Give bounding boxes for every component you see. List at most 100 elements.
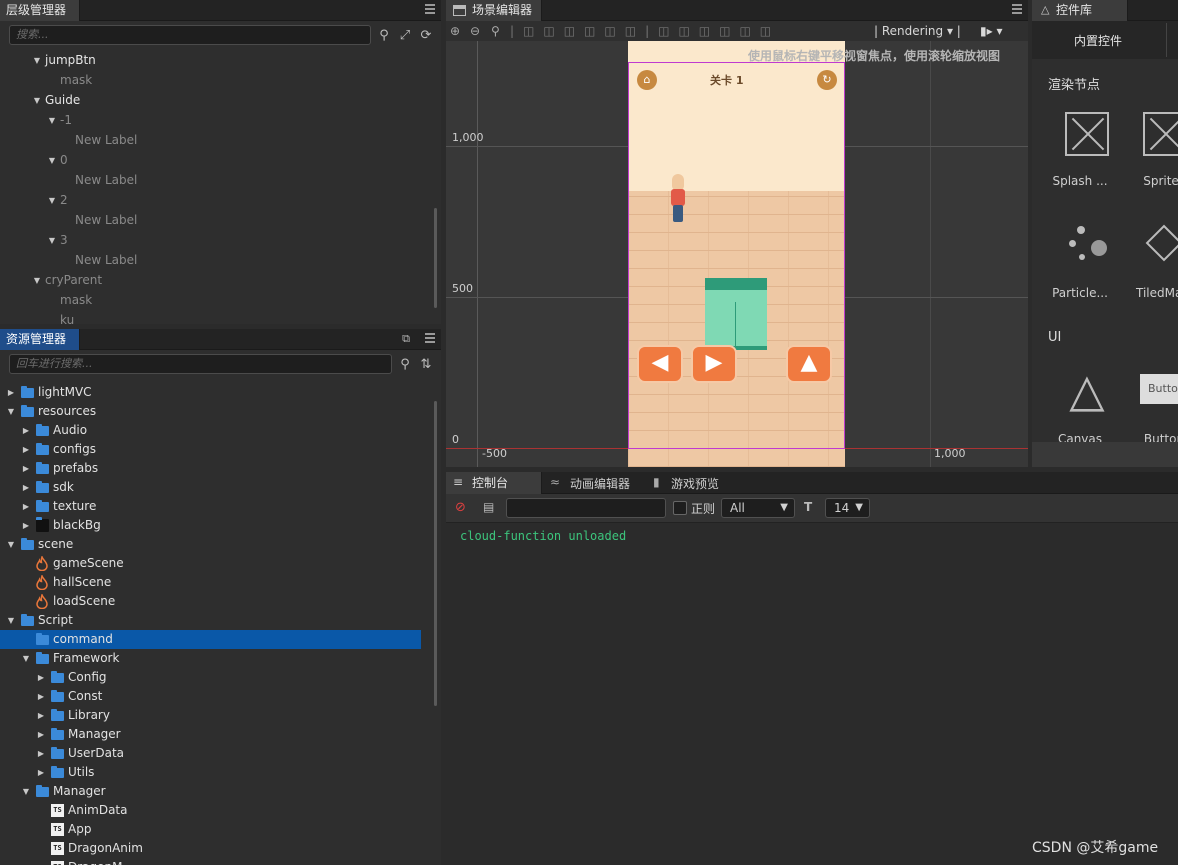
chevron-right-icon[interactable]: ▶ [6, 383, 16, 402]
chevron-down-icon[interactable]: ▼ [21, 649, 31, 668]
hierarchy-node[interactable]: New Label [0, 251, 420, 270]
chevron-down-icon[interactable]: ▼ [47, 191, 57, 210]
search-icon[interactable]: ⚲ [376, 28, 392, 44]
asset-folder-item[interactable]: ▶ Audio [0, 421, 421, 440]
asset-file-item[interactable]: ▶ blackBg [0, 516, 421, 535]
hierarchy-node[interactable]: ▼ -1 [0, 111, 420, 130]
popout-icon[interactable]: ⧉ [398, 331, 414, 347]
align-toolbar-icons[interactable]: |◫◫◫◫◫◫|◫◫◫◫◫◫ [510, 23, 780, 39]
hierarchy-node[interactable]: ku [0, 311, 420, 324]
chevron-down-icon[interactable]: ▼ [47, 111, 57, 130]
chevron-right-icon[interactable]: ▶ [21, 421, 31, 440]
chevron-right-icon[interactable]: ▶ [21, 459, 31, 478]
asset-folder-item[interactable]: ▶ configs [0, 440, 421, 459]
chevron-right-icon[interactable]: ▶ [21, 478, 31, 497]
asset-folder-item[interactable]: ▶ lightMVC [0, 383, 421, 402]
chevron-down-icon[interactable]: ▼ [6, 402, 16, 421]
asset-folder-item[interactable]: ▶ Const [0, 687, 421, 706]
tab-animation-editor[interactable]: 动画编辑器 [570, 475, 630, 492]
asset-file-item[interactable]: TS DragonAnim [0, 839, 421, 858]
asset-folder-item[interactable]: ▶ prefabs [0, 459, 421, 478]
chevron-right-icon[interactable]: ▶ [36, 687, 46, 706]
chevron-down-icon[interactable]: ▼ [21, 782, 31, 801]
asset-folder-item[interactable]: ▶ Library [0, 706, 421, 725]
chevron-down-icon[interactable]: ▼ [6, 535, 16, 554]
chevron-right-icon[interactable]: ▶ [36, 725, 46, 744]
asset-folder-item[interactable]: ▼ scene [0, 535, 421, 554]
chevron-right-icon[interactable]: ▶ [36, 763, 46, 782]
refresh-icon[interactable]: ⟳ [418, 28, 434, 44]
log-file-icon[interactable]: ▤ [483, 500, 494, 514]
asset-file-item[interactable]: hallScene [0, 573, 421, 592]
chevron-down-icon[interactable]: ▼ [47, 231, 57, 250]
tab-game-preview[interactable]: 游戏预览 [671, 475, 719, 492]
chevron-down-icon[interactable]: ▼ [47, 151, 57, 170]
hierarchy-search-input[interactable]: 搜索... [9, 25, 371, 45]
chevron-right-icon[interactable]: ▶ [21, 516, 31, 535]
hierarchy-node[interactable]: ▼ 2 [0, 191, 420, 210]
sort-icon[interactable]: ⇅ [418, 357, 434, 373]
chevron-right-icon[interactable]: ▶ [36, 706, 46, 725]
tab-assets[interactable]: 资源管理器 [0, 329, 80, 350]
hierarchy-scrollbar[interactable] [434, 208, 437, 308]
chevron-right-icon[interactable]: ▶ [36, 668, 46, 687]
assets-search-input[interactable]: 回车进行搜索... [9, 354, 392, 374]
chevron-right-icon[interactable]: ▶ [21, 497, 31, 516]
panel-menu-icon[interactable] [1012, 4, 1022, 14]
asset-folder-item[interactable]: ▼ Script [0, 611, 421, 630]
scene-viewport[interactable]: 1,000 500 0 -500 0 500 1,000 关卡 1 ⌂ ↻ ◀ … [446, 41, 1028, 467]
chevron-down-icon[interactable]: ▼ [32, 91, 42, 110]
hierarchy-node[interactable]: ▼ 3 [0, 231, 420, 250]
hierarchy-node[interactable]: ▼ 0 [0, 151, 420, 170]
collapse-icon[interactable]: ⤢ [397, 28, 413, 44]
panel-menu-icon[interactable] [425, 333, 435, 343]
tab-builtin-widgets[interactable]: 内置控件 [1074, 32, 1122, 49]
zoom-out-icon[interactable]: ⊖ [470, 23, 480, 39]
font-size-select[interactable]: 14 ▼ [825, 498, 870, 518]
widget-sprite[interactable]: Sprite [1120, 112, 1178, 188]
hierarchy-node[interactable]: New Label [0, 171, 420, 190]
chevron-right-icon[interactable]: ▶ [36, 744, 46, 763]
asset-folder-item[interactable]: ▼ Manager [0, 782, 421, 801]
panel-menu-icon[interactable] [425, 4, 435, 14]
search-icon[interactable]: ⚲ [397, 357, 413, 373]
asset-file-item[interactable]: TS AnimData [0, 801, 421, 820]
asset-folder-item[interactable]: ▶ Utils [0, 763, 421, 782]
asset-folder-item[interactable]: ▼ Framework [0, 649, 421, 668]
regex-checkbox[interactable] [673, 501, 687, 515]
hierarchy-node[interactable]: ▼ Guide [0, 91, 420, 110]
tab-extra[interactable] [1166, 23, 1178, 57]
game-canvas[interactable]: 关卡 1 ⌂ ↻ ◀ ▶ ▲ [628, 41, 845, 467]
asset-folder-item[interactable]: ▼ resources [0, 402, 421, 421]
asset-file-item[interactable]: loadScene [0, 592, 421, 611]
chevron-right-icon[interactable]: ▶ [21, 440, 31, 459]
asset-folder-item[interactable]: ▶ UserData [0, 744, 421, 763]
chevron-down-icon[interactable]: ▼ [32, 271, 42, 290]
clear-icon[interactable]: ⊘ [455, 500, 466, 515]
hierarchy-node[interactable]: New Label [0, 131, 420, 150]
camera-icon[interactable]: ▮▸ ▾ [980, 23, 1002, 39]
asset-folder-item[interactable]: ▶ sdk [0, 478, 421, 497]
hierarchy-node[interactable]: mask [0, 291, 420, 310]
assets-scrollbar[interactable] [434, 401, 437, 706]
asset-folder-item[interactable]: ▶ Manager [0, 725, 421, 744]
asset-file-item[interactable]: TS App [0, 820, 421, 839]
zoom-reset-icon[interactable]: ⚲ [491, 23, 500, 39]
chevron-down-icon[interactable]: ▼ [6, 611, 16, 630]
chevron-down-icon[interactable]: ▼ [32, 51, 42, 70]
hierarchy-node[interactable]: New Label [0, 211, 420, 230]
widget-tiledmap[interactable]: TiledMap [1120, 222, 1178, 300]
widget-button[interactable]: Button Button [1120, 368, 1178, 446]
asset-folder-item[interactable]: ▶ Config [0, 668, 421, 687]
console-filter-input[interactable] [506, 498, 666, 518]
asset-file-item[interactable]: TS DragonM [0, 858, 421, 865]
hierarchy-node[interactable]: ▼ jumpBtn [0, 51, 420, 70]
rendering-select[interactable]: | Rendering ▾ | [874, 23, 961, 39]
asset-folder-item[interactable]: command [0, 630, 421, 649]
asset-file-item[interactable]: gameScene [0, 554, 421, 573]
tab-hierarchy[interactable]: 层级管理器 [0, 0, 80, 21]
asset-folder-item[interactable]: ▶ texture [0, 497, 421, 516]
log-level-select[interactable]: All ▼ [721, 498, 795, 518]
zoom-in-icon[interactable]: ⊕ [450, 23, 460, 39]
hierarchy-node[interactable]: mask [0, 71, 420, 90]
